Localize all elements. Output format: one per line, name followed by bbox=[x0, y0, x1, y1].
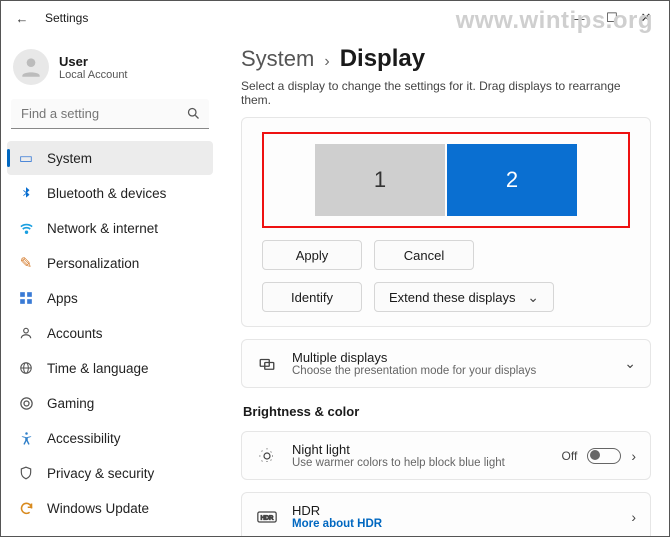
sidebar: User Local Account ▭ System Bluetooth & … bbox=[1, 35, 219, 536]
user-name: User bbox=[59, 54, 128, 69]
night-light-card[interactable]: Night light Use warmer colors to help bl… bbox=[241, 431, 651, 480]
monitor-2[interactable]: 2 bbox=[447, 144, 577, 216]
sidebar-item-bluetooth[interactable]: Bluetooth & devices bbox=[7, 176, 213, 210]
apply-button[interactable]: Apply bbox=[262, 240, 362, 270]
card-subtitle: Choose the presentation mode for your di… bbox=[292, 365, 536, 377]
card-title: Night light bbox=[292, 442, 505, 457]
identify-button[interactable]: Identify bbox=[262, 282, 362, 312]
globe-icon bbox=[17, 359, 35, 377]
apps-icon bbox=[17, 289, 35, 307]
card-subtitle: Use warmer colors to help block blue lig… bbox=[292, 457, 505, 469]
titlebar: ← Settings — ☐ ✕ bbox=[1, 1, 669, 35]
sidebar-item-system[interactable]: ▭ System bbox=[7, 141, 213, 175]
section-brightness: Brightness & color bbox=[243, 404, 651, 419]
breadcrumb: System › Display bbox=[241, 45, 651, 73]
search-input[interactable] bbox=[11, 99, 209, 129]
chevron-right-icon: › bbox=[324, 53, 329, 71]
display-mode-dropdown[interactable]: Extend these displays ⌄ bbox=[374, 282, 554, 312]
system-icon: ▭ bbox=[17, 149, 35, 167]
brush-icon: ✎ bbox=[17, 254, 35, 272]
hdr-card[interactable]: HDR HDR More about HDR › bbox=[241, 492, 651, 536]
hdr-icon: HDR bbox=[256, 510, 278, 524]
page-title: Display bbox=[340, 45, 425, 73]
sidebar-item-accessibility[interactable]: Accessibility bbox=[7, 421, 213, 455]
maximize-button[interactable]: ☐ bbox=[595, 4, 629, 32]
cancel-button[interactable]: Cancel bbox=[374, 240, 474, 270]
sidebar-item-time[interactable]: Time & language bbox=[7, 351, 213, 385]
minimize-button[interactable]: — bbox=[561, 4, 595, 32]
sidebar-item-apps[interactable]: Apps bbox=[7, 281, 213, 315]
night-light-toggle[interactable] bbox=[587, 448, 621, 464]
multiple-displays-card[interactable]: Multiple displays Choose the presentatio… bbox=[241, 339, 651, 388]
close-button[interactable]: ✕ bbox=[629, 4, 663, 32]
chevron-down-icon: ⌄ bbox=[527, 289, 539, 306]
night-light-icon bbox=[256, 447, 278, 465]
card-title: Multiple displays bbox=[292, 350, 536, 365]
sidebar-item-update[interactable]: Windows Update bbox=[7, 491, 213, 525]
page-subtitle: Select a display to change the settings … bbox=[241, 79, 651, 107]
sidebar-item-privacy[interactable]: Privacy & security bbox=[7, 456, 213, 490]
search-icon bbox=[186, 106, 201, 124]
user-block[interactable]: User Local Account bbox=[7, 43, 213, 99]
bluetooth-icon bbox=[17, 184, 35, 202]
highlight-box: 1 2 bbox=[262, 132, 630, 228]
shield-icon bbox=[17, 464, 35, 482]
window-title: Settings bbox=[45, 11, 88, 25]
user-type: Local Account bbox=[59, 69, 128, 81]
display-arrange-panel: 1 2 Apply Cancel Identify Extend these d… bbox=[241, 117, 651, 327]
accessibility-icon bbox=[17, 429, 35, 447]
gaming-icon bbox=[17, 394, 35, 412]
displays-icon bbox=[256, 355, 278, 373]
sidebar-item-personalization[interactable]: ✎ Personalization bbox=[7, 246, 213, 280]
avatar bbox=[13, 49, 49, 85]
person-icon bbox=[17, 324, 35, 342]
chevron-right-icon: › bbox=[631, 509, 636, 525]
main-panel: System › Display Select a display to cha… bbox=[219, 35, 669, 536]
update-icon bbox=[17, 499, 35, 517]
sidebar-item-gaming[interactable]: Gaming bbox=[7, 386, 213, 420]
toggle-state: Off bbox=[562, 449, 578, 463]
chevron-down-icon: ⌄ bbox=[624, 355, 636, 372]
chevron-right-icon: › bbox=[631, 448, 636, 464]
hdr-more-link[interactable]: More about HDR bbox=[292, 518, 382, 530]
back-button[interactable]: ← bbox=[13, 11, 31, 26]
breadcrumb-parent[interactable]: System bbox=[241, 46, 314, 72]
sidebar-item-network[interactable]: Network & internet bbox=[7, 211, 213, 245]
card-title: HDR bbox=[292, 503, 382, 518]
svg-text:HDR: HDR bbox=[261, 515, 274, 521]
monitor-1[interactable]: 1 bbox=[315, 144, 445, 216]
wifi-icon bbox=[17, 219, 35, 237]
sidebar-item-accounts[interactable]: Accounts bbox=[7, 316, 213, 350]
